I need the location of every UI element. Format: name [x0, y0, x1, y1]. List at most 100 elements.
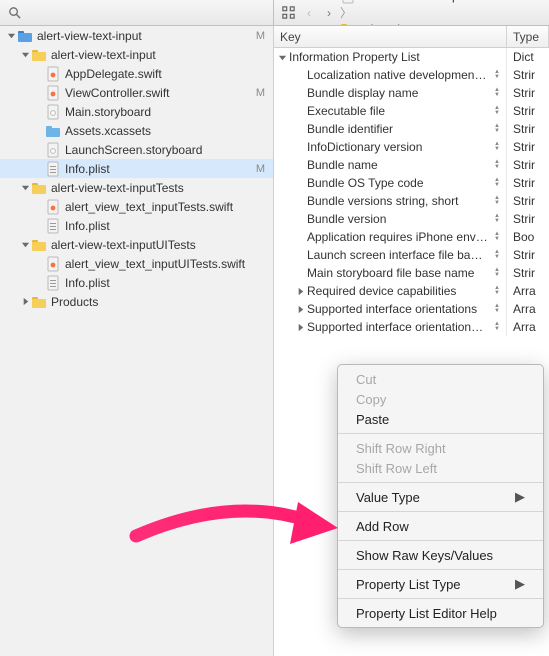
tree-item-label: ViewController.swift: [65, 86, 256, 100]
plist-row[interactable]: Bundle version▲▼Strir: [274, 210, 549, 228]
plist-row[interactable]: Executable file▲▼Strir: [274, 102, 549, 120]
folder-icon: [340, 21, 356, 25]
tree-row[interactable]: alert-view-text-inputTests: [0, 178, 273, 197]
crumb-label: alert-vi: [364, 22, 400, 25]
plist-row[interactable]: Supported interface orientations▲▼Arra: [274, 300, 549, 318]
menu-item[interactable]: Add Row: [338, 516, 543, 536]
menu-item-label: Cut: [356, 372, 376, 387]
plist-key-label: Application requires iPhone enviro…: [307, 230, 488, 244]
tree-row[interactable]: Products: [0, 292, 273, 311]
disclosure-triangle-icon[interactable]: [296, 323, 306, 332]
menu-item[interactable]: Value Type ▶: [338, 487, 543, 507]
plist-row[interactable]: Main storyboard file base name▲▼Strir: [274, 264, 549, 282]
menu-item[interactable]: Property List Type▶: [338, 574, 543, 594]
folder-icon: [31, 47, 47, 63]
submenu-arrow-icon: ▶: [515, 489, 525, 505]
plist-type-label: Strir: [507, 194, 549, 208]
menu-item-label: Paste: [356, 412, 389, 427]
key-stepper-icon[interactable]: ▲▼: [488, 106, 506, 116]
plist-row[interactable]: Application requires iPhone enviro…▲▼Boo: [274, 228, 549, 246]
plist-type-label: Strir: [507, 68, 549, 82]
disclosure-triangle-icon[interactable]: [20, 50, 30, 60]
tree-row[interactable]: alert-view-text-inputUITests: [0, 235, 273, 254]
tree-row[interactable]: alert_view_text_inputTests.swift: [0, 197, 273, 216]
key-stepper-icon[interactable]: ▲▼: [488, 304, 506, 314]
project-navigator[interactable]: alert-view-text-inputMalert-view-text-in…: [0, 26, 274, 656]
breadcrumb-item[interactable]: alert-vi: [340, 21, 469, 25]
tree-row[interactable]: alert-view-text-input: [0, 45, 273, 64]
plist-row[interactable]: Bundle identifier▲▼Strir: [274, 120, 549, 138]
tree-row[interactable]: Main.storyboard: [0, 102, 273, 121]
disclosure-triangle-icon[interactable]: [20, 240, 30, 250]
key-stepper-icon[interactable]: ▲▼: [488, 178, 506, 188]
disclosure-triangle-icon[interactable]: [296, 305, 306, 314]
storyboard-file-icon: [45, 104, 61, 120]
plist-key-label: Main storyboard file base name: [307, 266, 488, 280]
key-stepper-icon[interactable]: ▲▼: [488, 70, 506, 80]
breadcrumb-item[interactable]: alert-view-text-input: [340, 0, 469, 4]
plist-row[interactable]: Required device capabilities▲▼Arra: [274, 282, 549, 300]
key-stepper-icon[interactable]: ▲▼: [488, 322, 506, 332]
key-stepper-icon[interactable]: ▲▼: [488, 160, 506, 170]
plist-key-label: Supported interface orientations (i…: [307, 320, 488, 334]
plist-row[interactable]: Supported interface orientations (i…▲▼Ar…: [274, 318, 549, 336]
tree-row[interactable]: Info.plistM: [0, 159, 273, 178]
plist-row[interactable]: Information Property ListDict: [274, 48, 549, 66]
key-stepper-icon[interactable]: ▲▼: [488, 142, 506, 152]
disclosure-triangle-icon[interactable]: [20, 297, 30, 307]
disclosure-triangle-icon[interactable]: [278, 53, 288, 62]
key-stepper-icon[interactable]: ▲▼: [488, 250, 506, 260]
plist-row[interactable]: Launch screen interface file base…▲▼Stri…: [274, 246, 549, 264]
column-type[interactable]: Type: [507, 26, 549, 47]
tree-item-label: alert-view-text-input: [37, 29, 256, 43]
tree-row[interactable]: ViewController.swiftM: [0, 83, 273, 102]
plist-row[interactable]: Bundle display name▲▼Strir: [274, 84, 549, 102]
menu-item: Shift Row Right: [338, 438, 543, 458]
plist-type-label: Strir: [507, 158, 549, 172]
xcassets-icon: [45, 123, 61, 139]
key-stepper-icon[interactable]: ▲▼: [488, 268, 506, 278]
menu-item-label: Copy: [356, 392, 386, 407]
tree-item-label: alert-view-text-inputUITests: [51, 238, 267, 252]
scm-status-badge: M: [256, 87, 267, 99]
tree-row[interactable]: Assets.xcassets: [0, 121, 273, 140]
history-forward-button[interactable]: ›: [320, 4, 338, 22]
tree-row[interactable]: Info.plist: [0, 216, 273, 235]
disclosure-triangle-icon[interactable]: [20, 183, 30, 193]
plist-row[interactable]: Localization native development re…▲▼Str…: [274, 66, 549, 84]
menu-separator: [338, 540, 543, 541]
plist-file-icon: [340, 0, 356, 4]
plist-key-label: Supported interface orientations: [307, 302, 488, 316]
tree-row[interactable]: alert_view_text_inputUITests.swift: [0, 254, 273, 273]
menu-item[interactable]: Paste: [338, 409, 543, 429]
plist-row[interactable]: Bundle OS Type code▲▼Strir: [274, 174, 549, 192]
storyboard-file-icon: [45, 142, 61, 158]
tree-item-label: Products: [51, 295, 267, 309]
menu-item[interactable]: Property List Editor Help: [338, 603, 543, 623]
tree-row[interactable]: LaunchScreen.storyboard: [0, 140, 273, 159]
menu-item-label: Shift Row Left: [356, 461, 437, 476]
submenu-arrow-icon: ▶: [515, 576, 525, 592]
plist-row[interactable]: Bundle versions string, short▲▼Strir: [274, 192, 549, 210]
key-stepper-icon[interactable]: ▲▼: [488, 214, 506, 224]
related-items-icon[interactable]: [278, 3, 298, 23]
menu-item-label: Value Type: [356, 490, 420, 505]
search-icon[interactable]: [4, 3, 24, 23]
menu-item-label: Show Raw Keys/Values: [356, 548, 493, 563]
key-stepper-icon[interactable]: ▲▼: [488, 196, 506, 206]
key-stepper-icon[interactable]: ▲▼: [488, 88, 506, 98]
tree-row[interactable]: Info.plist: [0, 273, 273, 292]
history-back-button[interactable]: ‹: [300, 4, 318, 22]
column-key[interactable]: Key: [274, 26, 507, 47]
tree-row[interactable]: AppDelegate.swift: [0, 64, 273, 83]
plist-row[interactable]: InfoDictionary version▲▼Strir: [274, 138, 549, 156]
plist-row[interactable]: Bundle name▲▼Strir: [274, 156, 549, 174]
menu-item[interactable]: Show Raw Keys/Values: [338, 545, 543, 565]
disclosure-triangle-icon[interactable]: [296, 287, 306, 296]
key-stepper-icon[interactable]: ▲▼: [488, 286, 506, 296]
key-stepper-icon[interactable]: ▲▼: [488, 124, 506, 134]
tree-item-label: alert-view-text-inputTests: [51, 181, 267, 195]
disclosure-triangle-icon[interactable]: [6, 31, 16, 41]
key-stepper-icon[interactable]: ▲▼: [488, 232, 506, 242]
tree-row[interactable]: alert-view-text-inputM: [0, 26, 273, 45]
